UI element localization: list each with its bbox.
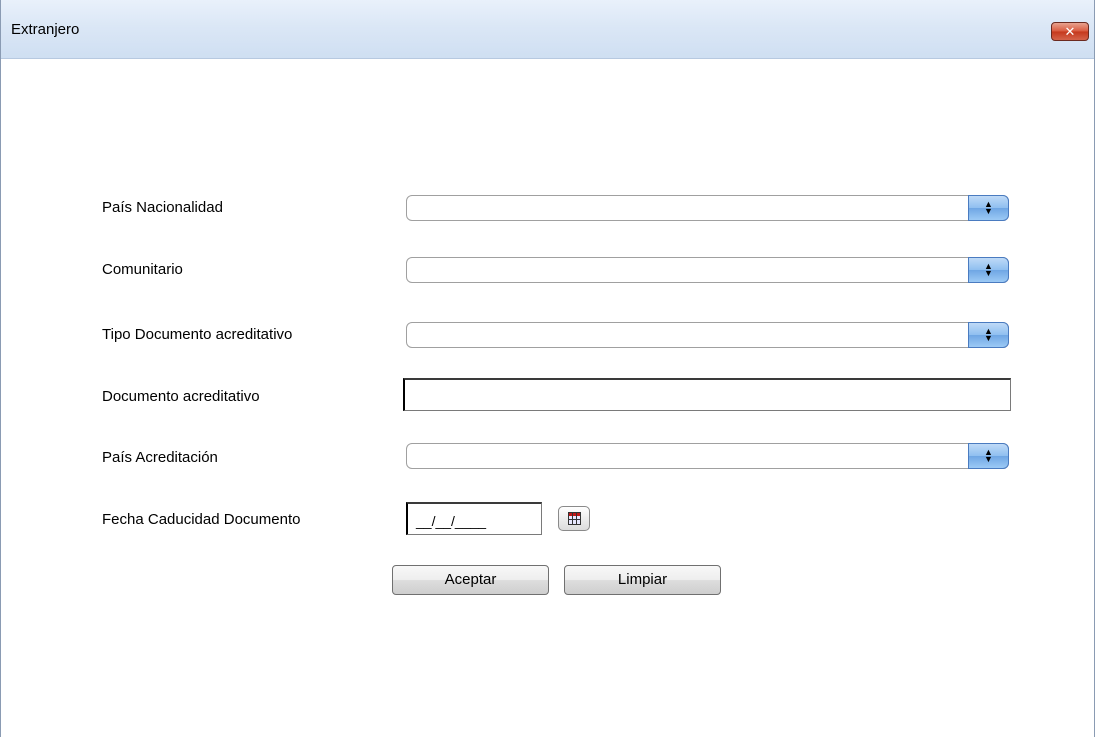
close-button[interactable]: ✕ — [1051, 22, 1089, 41]
aceptar-button[interactable]: Aceptar — [392, 565, 549, 595]
label-documento: Documento acreditativo — [102, 388, 260, 405]
fecha-caducidad-input[interactable]: __/__/____ — [406, 502, 542, 535]
select-pais-acreditacion[interactable]: ▲ ▼ — [406, 443, 1009, 469]
limpiar-button[interactable]: Limpiar — [564, 565, 721, 595]
select-tipo-documento[interactable]: ▲ ▼ — [406, 322, 1009, 348]
calendar-icon — [568, 512, 581, 525]
select-comunitario[interactable]: ▲ ▼ — [406, 257, 1009, 283]
updown-arrow-icon: ▲ ▼ — [968, 322, 1009, 348]
calendar-button[interactable] — [558, 506, 590, 531]
window-title: Extranjero — [11, 21, 80, 38]
dialog-window: Extranjero ✕ País Nacionalidad ▲ ▼ Comuni… — [0, 0, 1095, 737]
label-pais-nacionalidad: País Nacionalidad — [102, 199, 223, 216]
documento-input[interactable] — [403, 378, 1011, 411]
title-bar: Extranjero ✕ — [1, 0, 1094, 59]
label-pais-acreditacion: País Acreditación — [102, 449, 218, 466]
close-icon: ✕ — [1064, 24, 1076, 39]
updown-arrow-icon: ▲ ▼ — [968, 195, 1009, 221]
updown-arrow-icon: ▲ ▼ — [968, 257, 1009, 283]
label-fecha-caducidad: Fecha Caducidad Documento — [102, 511, 301, 528]
select-pais-nacionalidad[interactable]: ▲ ▼ — [406, 195, 1009, 221]
label-tipo-documento: Tipo Documento acreditativo — [102, 326, 293, 343]
label-comunitario: Comunitario — [102, 261, 183, 278]
updown-arrow-icon: ▲ ▼ — [968, 443, 1009, 469]
